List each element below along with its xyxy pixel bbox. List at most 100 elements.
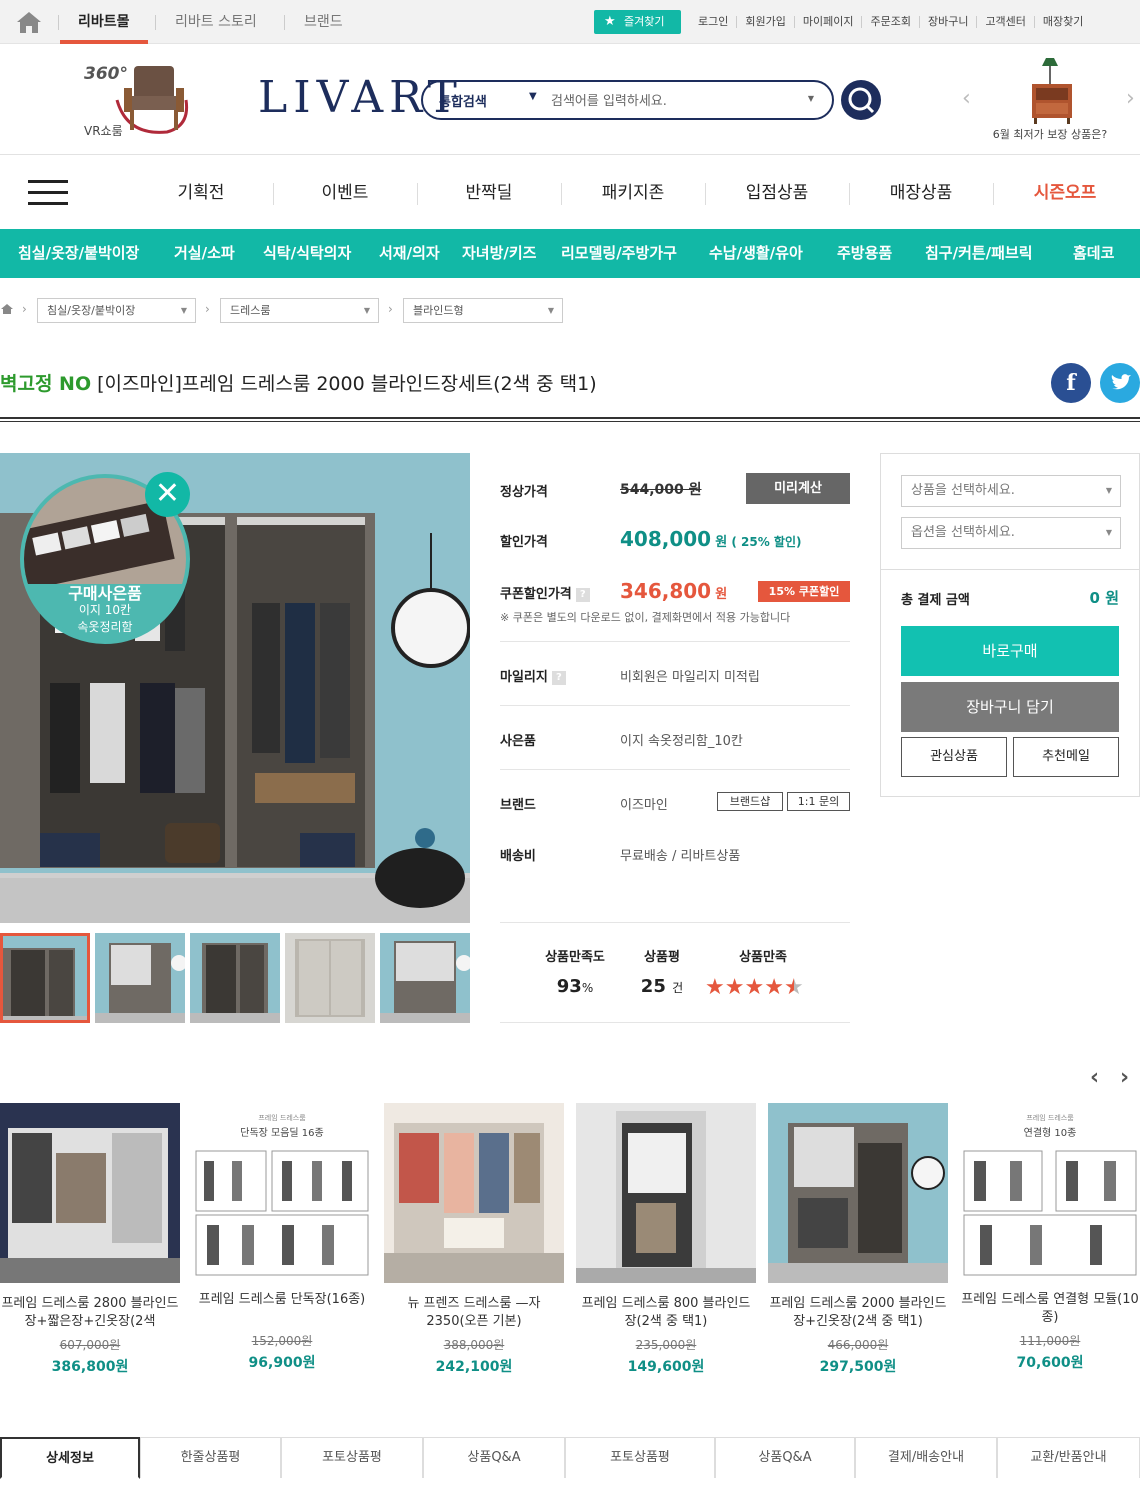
breadcrumb-label: 블라인드형 <box>413 304 464 317</box>
promo-furniture-image[interactable] <box>1024 54 1080 124</box>
category-study[interactable]: 서재/의자 <box>379 229 440 278</box>
tab-one-line-review[interactable]: 한줄상품평 <box>140 1437 281 1478</box>
help-icon[interactable]: ? <box>575 587 590 602</box>
recommend-mail-button[interactable]: 추천메일 <box>1013 737 1119 777</box>
breadcrumb-category-1[interactable]: 침실/옷장/붙박이장 ▼ <box>37 298 196 323</box>
thumbnail-3[interactable] <box>190 933 280 1023</box>
tab-payment-shipping[interactable]: 결제/배송안내 <box>855 1437 997 1478</box>
tab-brand[interactable]: 브랜드 <box>304 0 343 44</box>
breadcrumb-category-3[interactable]: 블라인드형 ▼ <box>403 298 563 323</box>
precalc-button[interactable]: 미리계산 <box>746 473 850 504</box>
category-remodeling[interactable]: 리모델링/주방가구 <box>561 229 677 278</box>
nav-package[interactable]: 패키지존 <box>561 155 705 231</box>
add-to-cart-button[interactable]: 장바구니 담기 <box>901 682 1119 732</box>
tab-livart-story[interactable]: 리바트 스토리 <box>175 0 257 44</box>
nav-exhibition[interactable]: 기획전 <box>129 155 273 231</box>
nav-store-products[interactable]: 매장상품 <box>849 155 993 231</box>
home-icon[interactable] <box>0 303 14 315</box>
wishlist-button[interactable]: 관심상품 <box>901 737 1007 777</box>
login-link[interactable]: 로그인 <box>698 16 736 28</box>
search-category-select[interactable]: 통합검색 <box>439 91 487 110</box>
home-icon[interactable] <box>14 9 44 35</box>
tab-detail-info[interactable]: 상세정보 <box>0 1437 140 1479</box>
favorite-label: 즐겨찾기 <box>624 15 665 28</box>
category-bar: 침실/옷장/붙박이장 거실/소파 식탁/식탁의자 서재/의자 자녀방/키즈 리모… <box>0 229 1140 278</box>
buy-now-button[interactable]: 바로구매 <box>901 626 1119 676</box>
breadcrumb-category-2[interactable]: 드레스룸 ▼ <box>220 298 379 323</box>
customer-center-link[interactable]: 고객센터 <box>976 16 1033 28</box>
detail-tabs: 상세정보 한줄상품평 포토상품평 상품Q&A 포토상품평 상품Q&A 결제/배송… <box>0 1437 1140 1479</box>
mypage-link[interactable]: 마이페이지 <box>793 16 862 28</box>
tab-photo-review-2[interactable]: 포토상품평 <box>565 1437 715 1478</box>
nav-event[interactable]: 이벤트 <box>273 155 417 231</box>
category-bedroom[interactable]: 침실/옷장/붙박이장 <box>18 229 139 278</box>
thumbnail-5[interactable] <box>380 933 470 1023</box>
related-product-name: 프레임 드레스룸 연결형 모듈(10종) <box>961 1292 1139 1325</box>
inquiry-button[interactable]: 1:1 문의 <box>787 792 850 811</box>
gift-subtitle-1: 이지 10칸 <box>78 603 132 617</box>
thumbnail-2[interactable] <box>95 933 185 1023</box>
chevron-right-icon: › <box>22 302 27 316</box>
tab-product-qna[interactable]: 상품Q&A <box>423 1437 565 1478</box>
category-storage[interactable]: 수납/생활/유아 <box>709 229 803 278</box>
promo-next-arrow[interactable]: › <box>1126 86 1135 111</box>
tab-photo-review[interactable]: 포토상품평 <box>281 1437 423 1478</box>
facebook-icon[interactable]: f <box>1051 363 1091 403</box>
related-product-image: 프레임 드레스룸 단독장 모음딜 16종 <box>192 1103 372 1283</box>
close-icon[interactable]: ✕ <box>145 472 190 517</box>
related-product-1[interactable]: 프레임 드레스룸 2800 블라인드장+짧은장+긴옷장(2색 607,000원 … <box>0 1103 180 1376</box>
store-finder-link[interactable]: 매장찾기 <box>1033 16 1091 28</box>
search-button[interactable] <box>841 80 881 120</box>
chevron-right-icon: › <box>205 302 210 316</box>
favorite-button[interactable]: ★ 즐겨찾기 <box>594 10 681 34</box>
search-input[interactable] <box>551 90 791 112</box>
shipping-value: 무료배송 / 리바트상품 <box>620 849 741 864</box>
module-grid-graphic <box>195 1150 369 1276</box>
related-product-5[interactable]: 프레임 드레스룸 2000 블라인드장+긴옷장(2색 중 택1) 466,000… <box>768 1103 948 1376</box>
gift-value: 이지 속옷정리함_10칸 <box>620 734 743 749</box>
brand-shop-button[interactable]: 브랜드샵 <box>717 792 783 811</box>
total-label: 총 결제 금액 <box>901 593 970 608</box>
thumbnail-1[interactable] <box>0 933 90 1023</box>
star-icon: ★ <box>724 975 745 1000</box>
vr-showroom-link[interactable]: 360° VR쇼룸 <box>82 56 202 146</box>
cart-link[interactable]: 장바구니 <box>918 16 976 28</box>
chevron-down-icon[interactable]: ▼ <box>808 94 814 103</box>
stars-label: 상품만족 <box>739 950 787 965</box>
menu-icon[interactable] <box>28 180 68 206</box>
related-product-3[interactable]: 뉴 프렌즈 드레스룸 —자 2350(오픈 기본) 388,000원 242,1… <box>384 1103 564 1376</box>
tab-exchange-return[interactable]: 교환/반품안내 <box>997 1437 1140 1478</box>
help-icon[interactable]: ? <box>551 670 566 685</box>
product-select[interactable]: 상품을 선택하세요. ▼ <box>901 475 1121 507</box>
thumbnail-4[interactable] <box>285 933 375 1023</box>
related-product-6[interactable]: 프레임 드레스룸 연결형 10종 프레임 드레스룸 연결형 모듈(10종) 11… <box>960 1103 1140 1372</box>
option-select[interactable]: 옵션을 선택하세요. ▼ <box>901 517 1121 549</box>
tab-livart-mall[interactable]: 리바트몰 <box>60 0 147 44</box>
signup-link[interactable]: 회원가입 <box>736 16 793 28</box>
related-prev-arrow[interactable]: ‹ <box>1090 1065 1099 1090</box>
twitter-icon[interactable] <box>1100 363 1140 403</box>
category-living[interactable]: 거실/소파 <box>174 229 235 278</box>
nav-flash-deal[interactable]: 반짝딜 <box>417 155 561 231</box>
category-kitchen[interactable]: 주방용품 <box>837 229 892 278</box>
order-lookup-link[interactable]: 주문조회 <box>861 16 918 28</box>
category-kids[interactable]: 자녀방/키즈 <box>462 229 536 278</box>
mileage-label: 마일리지? <box>500 666 566 685</box>
category-dining[interactable]: 식탁/식탁의자 <box>263 229 351 278</box>
promo-text[interactable]: 6월 최저가 보장 상품은? <box>980 126 1120 142</box>
promo-prev-arrow[interactable]: ‹ <box>962 86 971 111</box>
tab-product-qna-2[interactable]: 상품Q&A <box>715 1437 855 1478</box>
nav-partner-products[interactable]: 입점상품 <box>705 155 849 231</box>
star-icon: ★ <box>744 975 765 1000</box>
brand-value[interactable]: 이즈마인 <box>620 794 668 813</box>
related-product-name: 프레임 드레스룸 2000 블라인드장+긴옷장(2색 중 택1) <box>769 1296 947 1329</box>
related-product-2[interactable]: 프레임 드레스룸 단독장 모음딜 16종 프레임 드레스룸 단독장(16종) 1… <box>192 1103 372 1372</box>
related-product-price: 149,600원 <box>627 1359 705 1375</box>
category-home-deco[interactable]: 홈데코 <box>1073 229 1114 278</box>
related-product-4[interactable]: 프레임 드레스룸 800 블라인드장(2색 중 택1) 235,000원 149… <box>576 1103 756 1376</box>
nav-season-off[interactable]: 시즌오프 <box>993 155 1137 231</box>
reviews-number: 25 <box>640 976 666 997</box>
related-next-arrow[interactable]: › <box>1120 1065 1129 1090</box>
category-bedding[interactable]: 침구/커튼/패브릭 <box>925 229 1033 278</box>
divider <box>500 922 850 923</box>
